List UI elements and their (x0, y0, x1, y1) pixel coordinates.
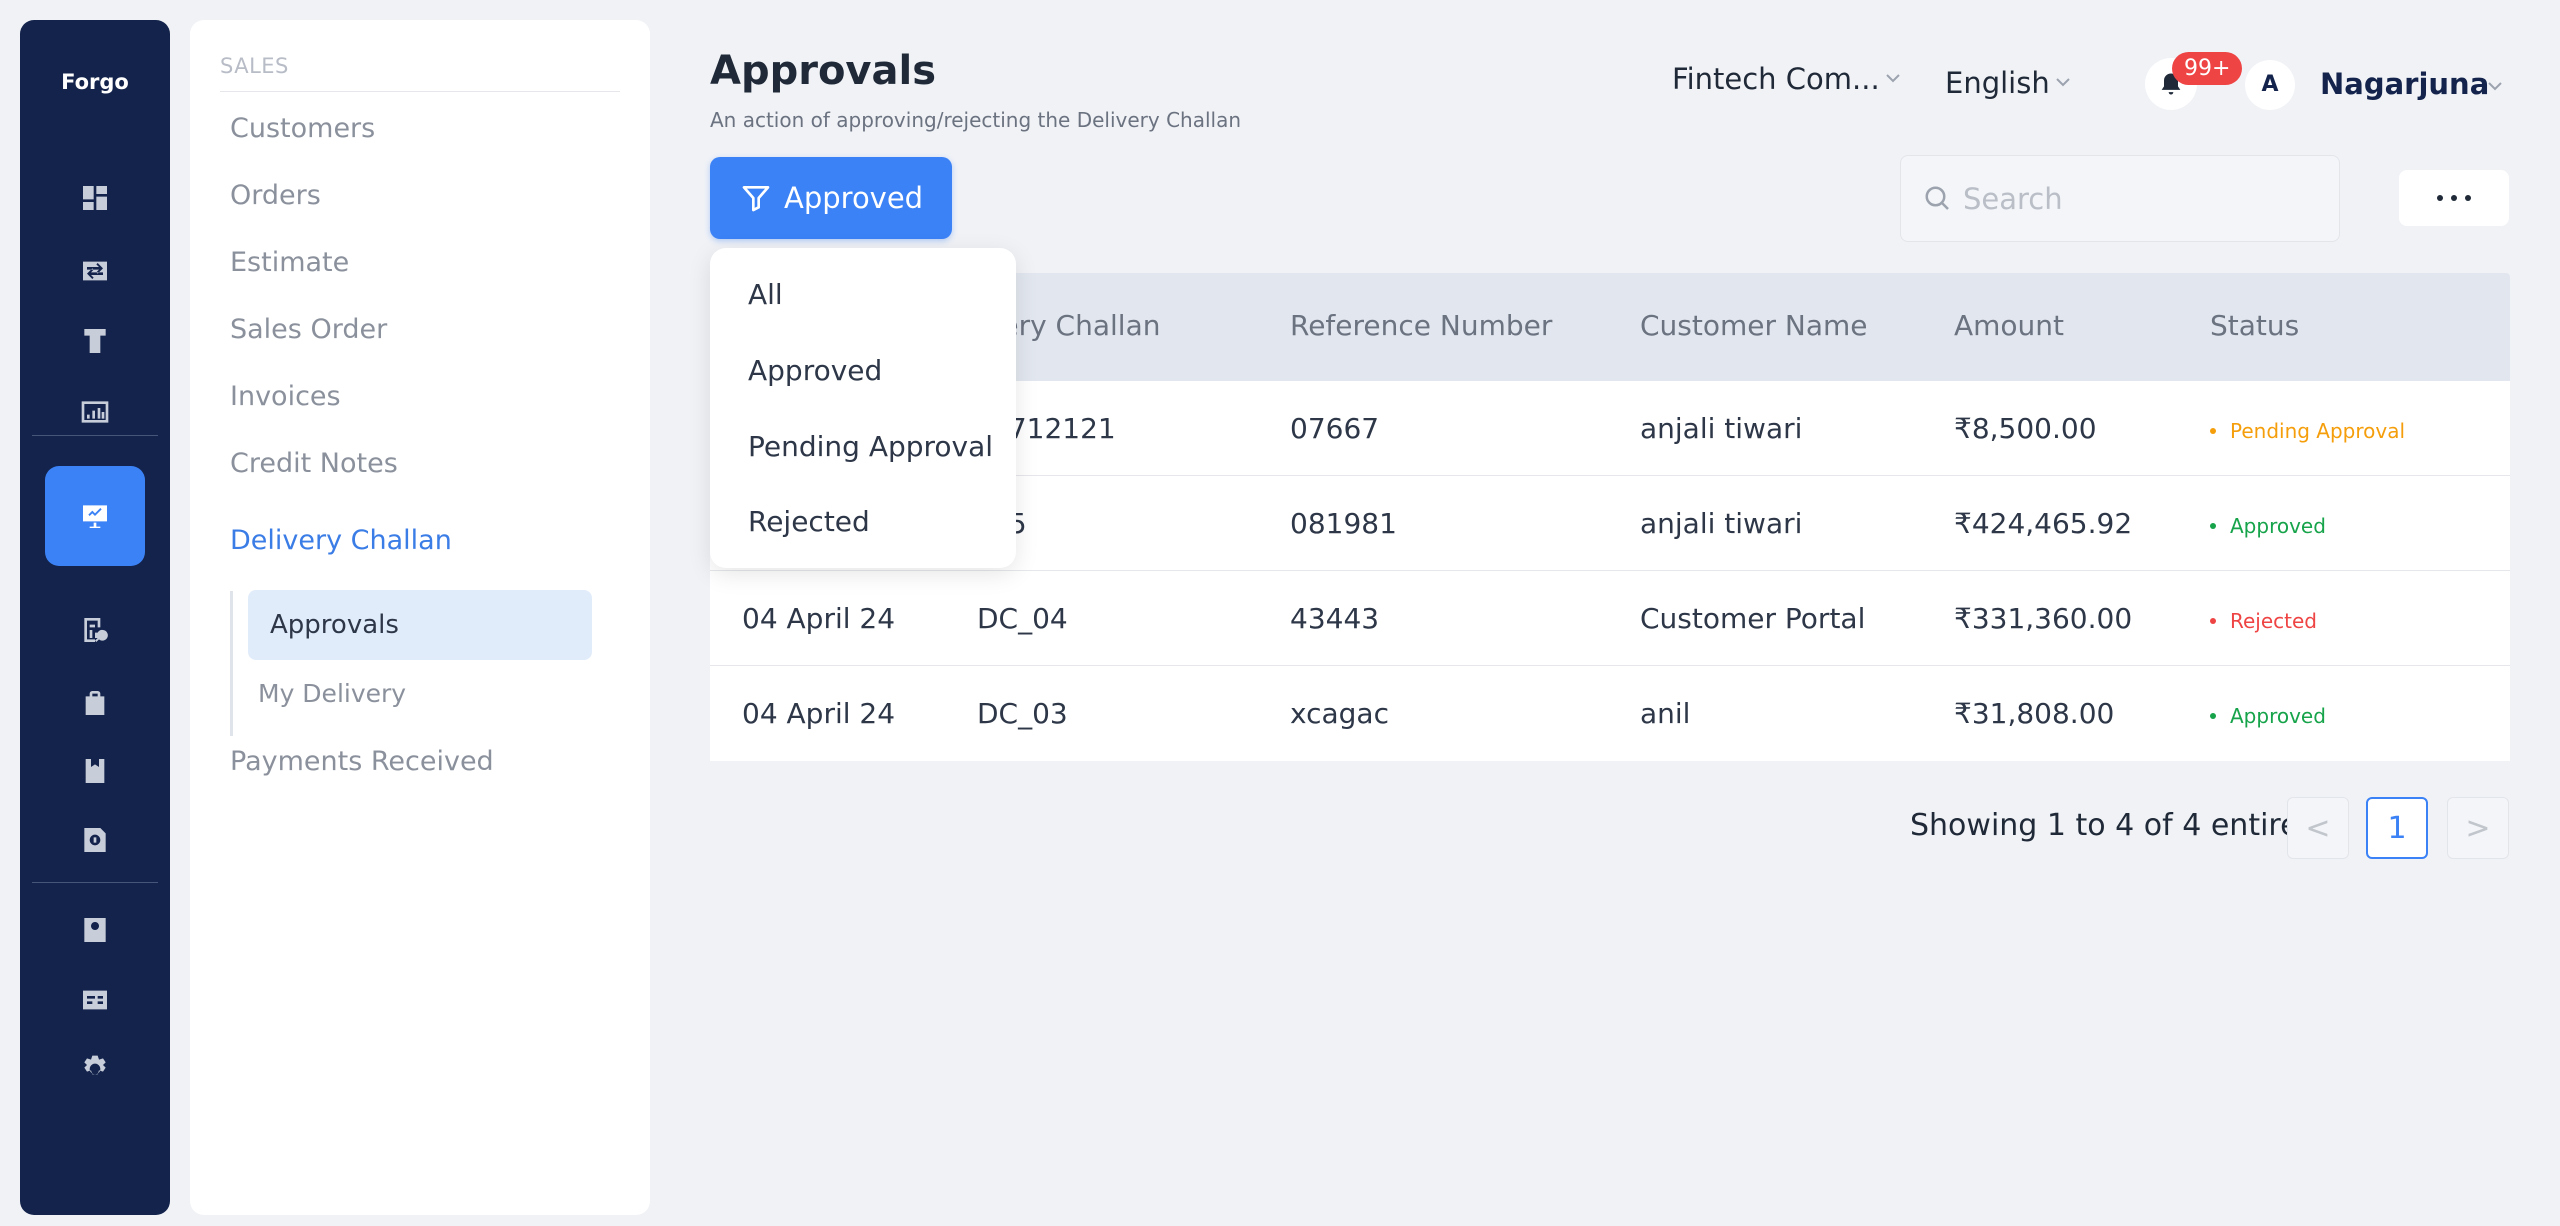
dashboard-icon[interactable] (75, 178, 115, 218)
inventory-icon[interactable] (75, 751, 115, 791)
table-row[interactable]: 04 April 24 DC_04 43443 Customer Portal … (710, 571, 2510, 666)
dot (2465, 195, 2471, 201)
cell-reference: 07667 (1290, 412, 1380, 445)
document-icon[interactable] (75, 980, 115, 1020)
cell-customer: anjali tiwari (1640, 507, 1803, 540)
cell-amount: ₹31,808.00 (1954, 697, 2115, 730)
table-row[interactable]: 04 April 24 DC_03 xcagac anil ₹31,808.00… (710, 666, 2510, 761)
pagination-info: Showing 1 to 4 of 4 entires (1910, 808, 2315, 843)
status-dot (2210, 713, 2216, 719)
sidebar-item-sales-order[interactable]: Sales Order (230, 314, 387, 345)
chevron-down-icon[interactable] (2487, 78, 2503, 94)
transfer-icon[interactable] (75, 251, 115, 291)
page-subtitle: An action of approving/rejecting the Del… (710, 108, 1242, 132)
filter-option-all[interactable]: All (748, 278, 783, 311)
submenu-line (230, 591, 233, 736)
sidebar: SALES Customers Orders Estimate Sales Or… (190, 20, 650, 1215)
sidebar-item-payments-received[interactable]: Payments Received (230, 746, 494, 777)
filter-button[interactable]: Approved (710, 157, 952, 239)
chevron-down-icon[interactable] (2055, 74, 2071, 90)
language-selector[interactable]: English (1945, 66, 2050, 100)
expense-icon[interactable] (75, 820, 115, 860)
status-text: Pending Approval (2230, 419, 2406, 443)
status-badge: Pending Approval (2210, 419, 2405, 443)
bag-icon[interactable] (75, 683, 115, 723)
sidebar-item-customers[interactable]: Customers (230, 113, 375, 144)
prev-page-button[interactable]: < (2287, 797, 2349, 859)
sidebar-divider (220, 91, 620, 92)
user-name[interactable]: Nagarjuna (2320, 67, 2489, 101)
avatar[interactable]: A (2245, 60, 2295, 110)
purchase-icon[interactable] (75, 610, 115, 650)
status-dot (2210, 618, 2216, 624)
cell-amount: ₹331,360.00 (1954, 602, 2133, 635)
cell-challan[interactable]: DC_03 (977, 697, 1068, 730)
settings-icon[interactable] (75, 1049, 115, 1089)
filter-dropdown: All Approved Pending Approval Rejected (710, 248, 1016, 568)
rail-divider-2 (32, 882, 158, 883)
sidebar-item-delivery-challan[interactable]: Delivery Challan (230, 525, 452, 556)
cell-reference: xcagac (1290, 697, 1389, 730)
sidebar-subitem-approvals[interactable]: Approvals (248, 590, 592, 660)
cell-reference: 43443 (1290, 602, 1380, 635)
contacts-icon[interactable] (75, 910, 115, 950)
sidebar-item-invoices[interactable]: Invoices (230, 381, 341, 412)
sidebar-item-credit-notes[interactable]: Credit Notes (230, 448, 398, 479)
status-badge: Approved (2210, 514, 2326, 538)
cell-date: 04 April 24 (742, 697, 896, 730)
sidebar-item-orders[interactable]: Orders (230, 180, 321, 211)
dot (2437, 195, 2443, 201)
status-badge: Rejected (2210, 609, 2317, 633)
notification-badge: 99+ (2172, 52, 2243, 85)
page-title: Approvals (710, 48, 937, 94)
status-dot (2210, 428, 2216, 434)
column-header-reference-number[interactable]: Reference Number (1290, 309, 1552, 342)
dot (2451, 195, 2457, 201)
icon-rail: Forgo (20, 20, 170, 1215)
more-options-button[interactable] (2399, 170, 2509, 226)
chevron-down-icon[interactable] (1885, 70, 1901, 86)
reports-icon[interactable] (75, 392, 115, 432)
filter-option-rejected[interactable]: Rejected (748, 505, 870, 538)
next-page-button[interactable]: > (2447, 797, 2509, 859)
filter-option-pending-approval[interactable]: Pending Approval (748, 430, 993, 463)
search-icon (1925, 186, 1949, 210)
sidebar-item-estimate[interactable]: Estimate (230, 247, 349, 278)
status-text: Approved (2230, 704, 2326, 728)
cell-reference: 081981 (1290, 507, 1397, 540)
cell-customer: Customer Portal (1640, 602, 1866, 635)
cell-amount: ₹424,465.92 (1954, 507, 2133, 540)
cell-date: 04 April 24 (742, 602, 896, 635)
column-header-customer-name[interactable]: Customer Name (1640, 309, 1868, 342)
column-header-status[interactable]: Status (2210, 309, 2299, 342)
status-text: Approved (2230, 514, 2326, 538)
filter-option-approved[interactable]: Approved (748, 354, 882, 387)
brand-logo[interactable]: Forgo (20, 70, 170, 94)
sidebar-section-title: SALES (220, 54, 289, 78)
page-1-button[interactable]: 1 (2366, 797, 2428, 859)
product-icon[interactable] (75, 321, 115, 361)
cell-amount: ₹8,500.00 (1954, 412, 2097, 445)
status-dot (2210, 523, 2216, 529)
sidebar-subitem-my-delivery[interactable]: My Delivery (258, 679, 406, 708)
status-badge: Approved (2210, 704, 2326, 728)
search-box[interactable] (1900, 155, 2340, 242)
company-selector[interactable]: Fintech Com... (1672, 62, 1880, 96)
filter-label: Approved (784, 181, 924, 215)
cell-challan[interactable]: DC_04 (977, 602, 1068, 635)
rail-divider (32, 435, 158, 436)
status-text: Rejected (2230, 609, 2318, 633)
cell-customer: anil (1640, 697, 1691, 730)
cell-customer: anjali tiwari (1640, 412, 1803, 445)
column-header-amount[interactable]: Amount (1954, 309, 2064, 342)
filter-icon (742, 186, 770, 212)
search-input[interactable] (1963, 181, 2323, 216)
sales-icon[interactable] (45, 466, 145, 566)
